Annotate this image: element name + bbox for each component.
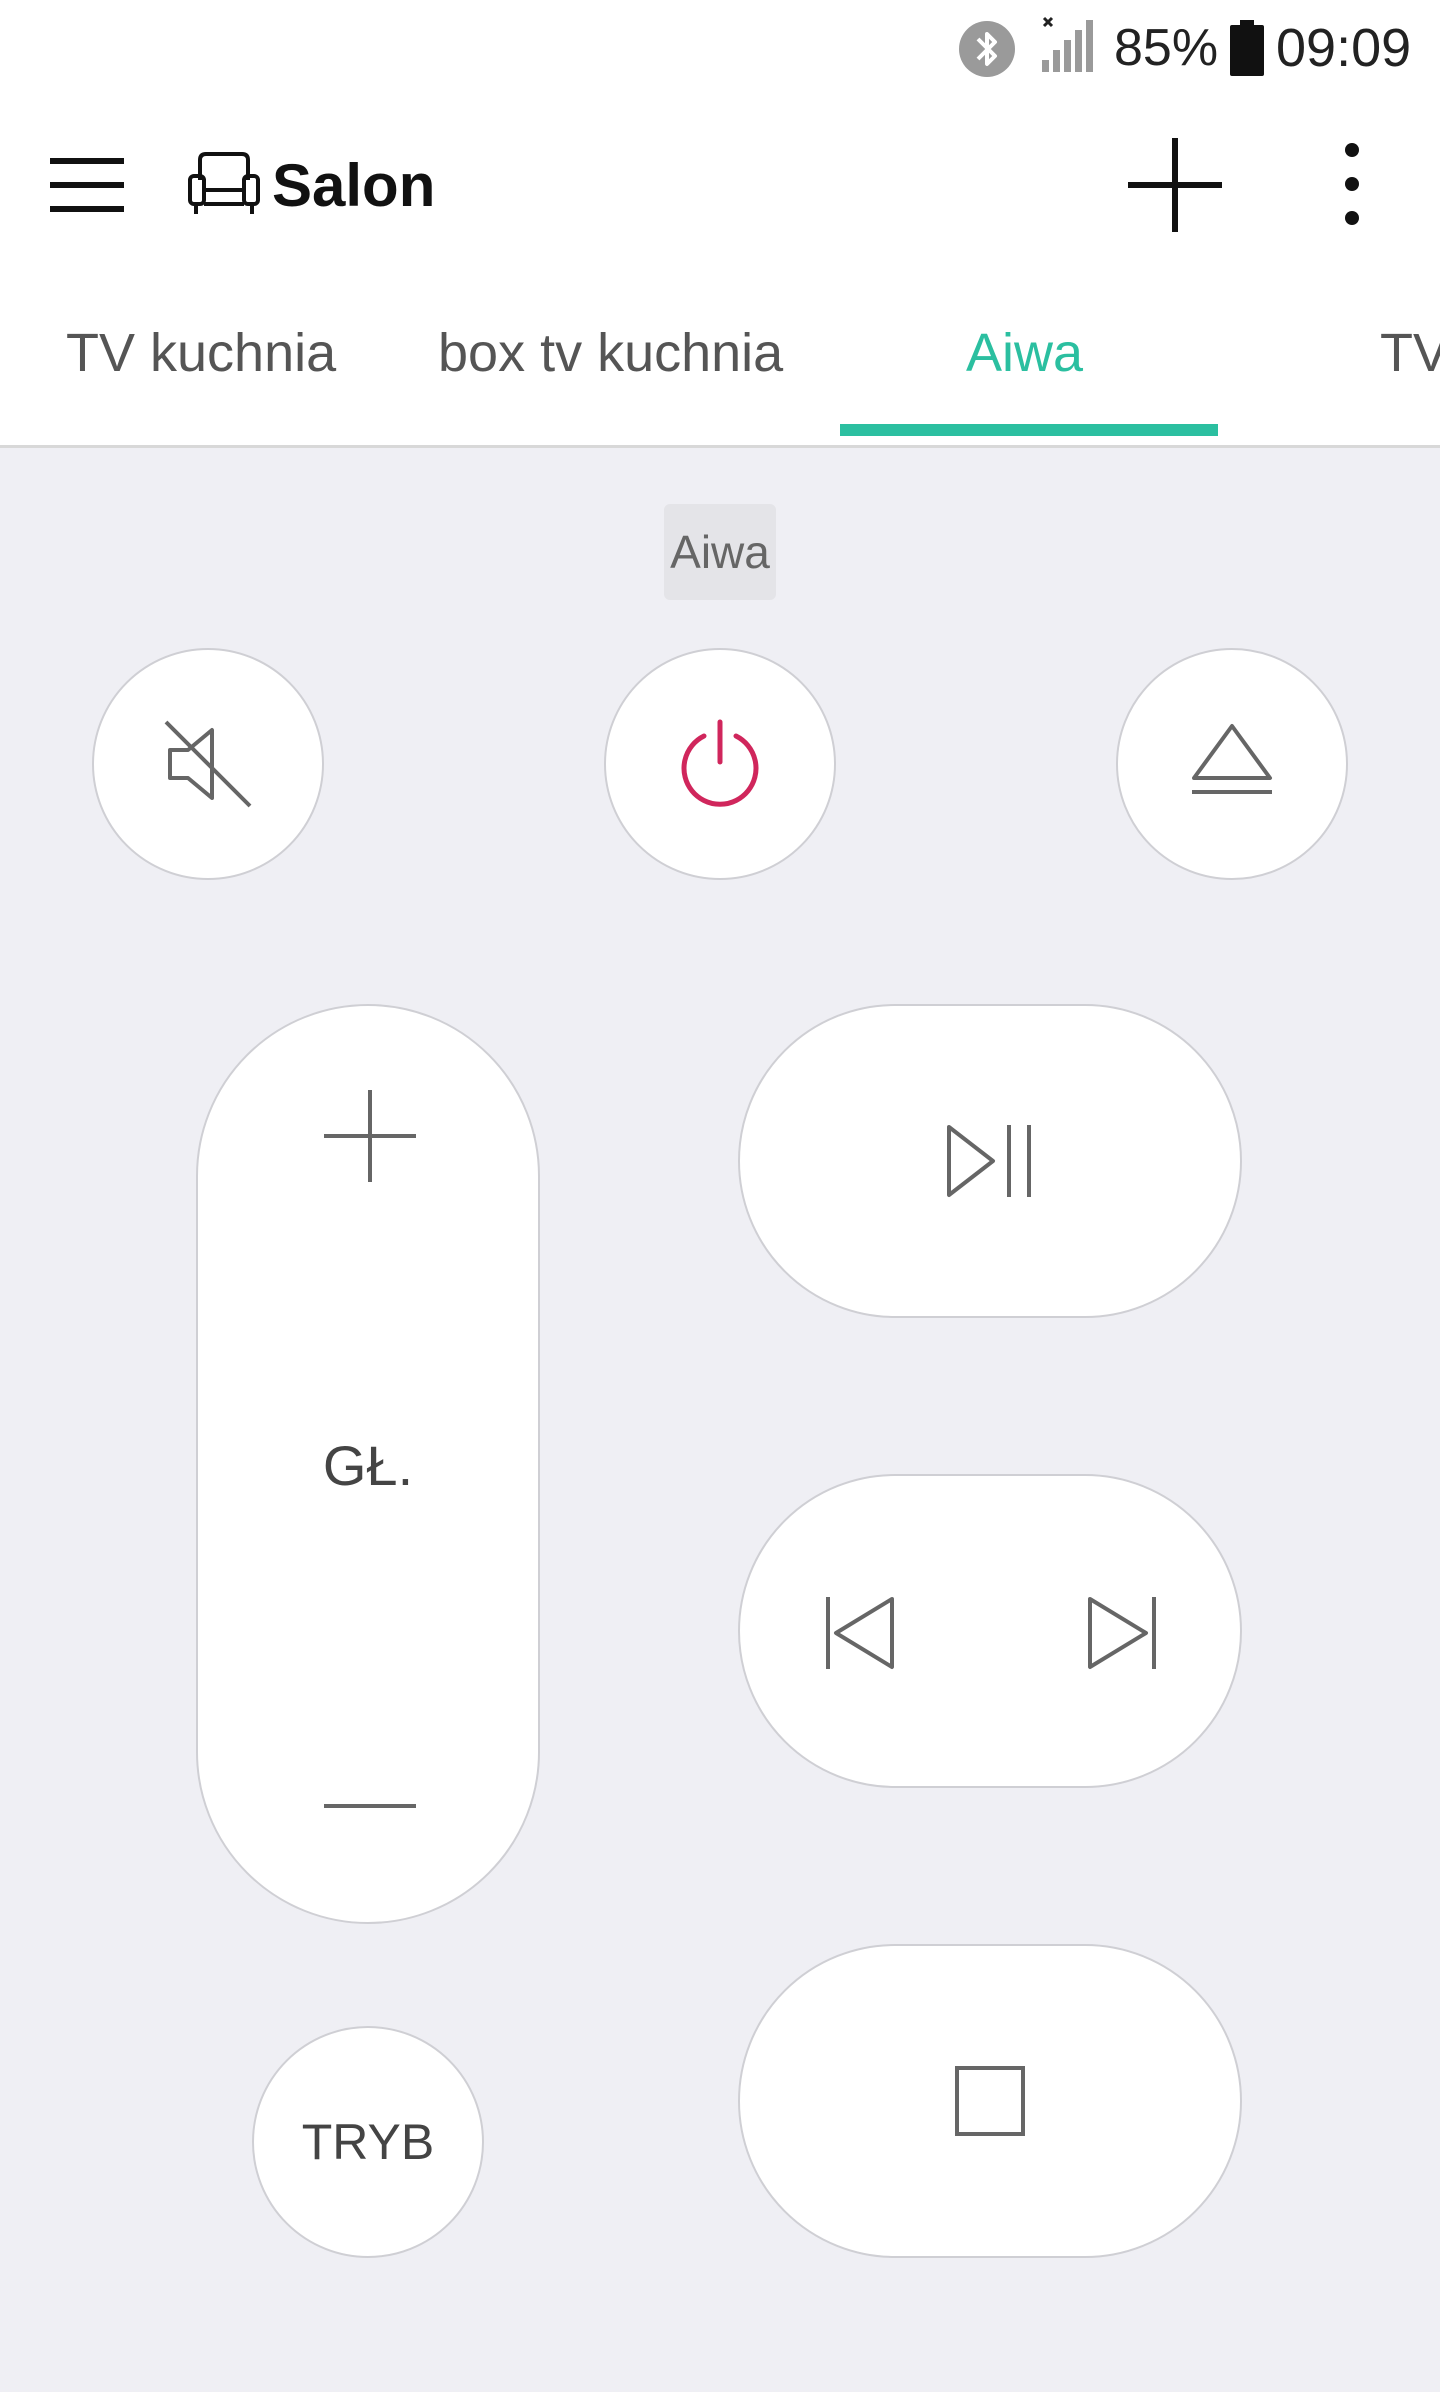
bluetooth-icon (959, 21, 1015, 77)
tab-tv-kuchnia[interactable]: TV kuchnia (66, 318, 336, 388)
clock: 09:09 (1276, 18, 1412, 78)
play-pause-button[interactable] (738, 1004, 1242, 1318)
next-track-button[interactable] (1062, 1573, 1182, 1693)
menu-icon[interactable] (44, 148, 130, 222)
power-button[interactable] (604, 648, 836, 880)
volume-rocker: GŁ. (196, 1004, 540, 1924)
track-skip-pill (738, 1474, 1242, 1788)
mode-label: TRYB (301, 2114, 435, 2170)
mute-button[interactable] (92, 648, 324, 880)
minus-icon (324, 1804, 416, 1808)
stop-icon (955, 2066, 1025, 2136)
next-icon (1088, 1597, 1156, 1669)
plus-icon (324, 1090, 416, 1182)
active-tab-indicator (840, 424, 1218, 436)
signal-icon (1042, 16, 1093, 72)
page-title: Salon (272, 152, 436, 219)
tab-box-tv-kuchnia[interactable]: box tv kuchnia (438, 318, 783, 388)
device-name-chip: Aiwa (664, 504, 776, 600)
plus-icon[interactable] (1120, 130, 1230, 240)
more-vertical-icon[interactable] (1320, 134, 1384, 234)
stop-button[interactable] (738, 1944, 1242, 2258)
sofa-icon (188, 152, 260, 214)
volume-down-button[interactable] (290, 1736, 450, 1876)
eject-button[interactable] (1116, 648, 1348, 880)
volume-up-button[interactable] (290, 1066, 450, 1206)
mute-icon (164, 720, 252, 808)
mode-button[interactable]: TRYB (252, 2026, 484, 2258)
tab-tv[interactable]: TV (1380, 318, 1440, 388)
tab-aiwa[interactable]: Aiwa (966, 318, 1083, 388)
previous-track-button[interactable] (800, 1573, 920, 1693)
battery-icon (1230, 20, 1264, 76)
volume-label: GŁ. (322, 1434, 414, 1497)
battery-percent: 85% (1114, 19, 1219, 77)
power-icon (681, 719, 759, 807)
play-pause-icon (947, 1125, 1031, 1197)
eject-icon (1192, 724, 1272, 794)
previous-icon (826, 1597, 894, 1669)
status-bar (0, 0, 1440, 96)
